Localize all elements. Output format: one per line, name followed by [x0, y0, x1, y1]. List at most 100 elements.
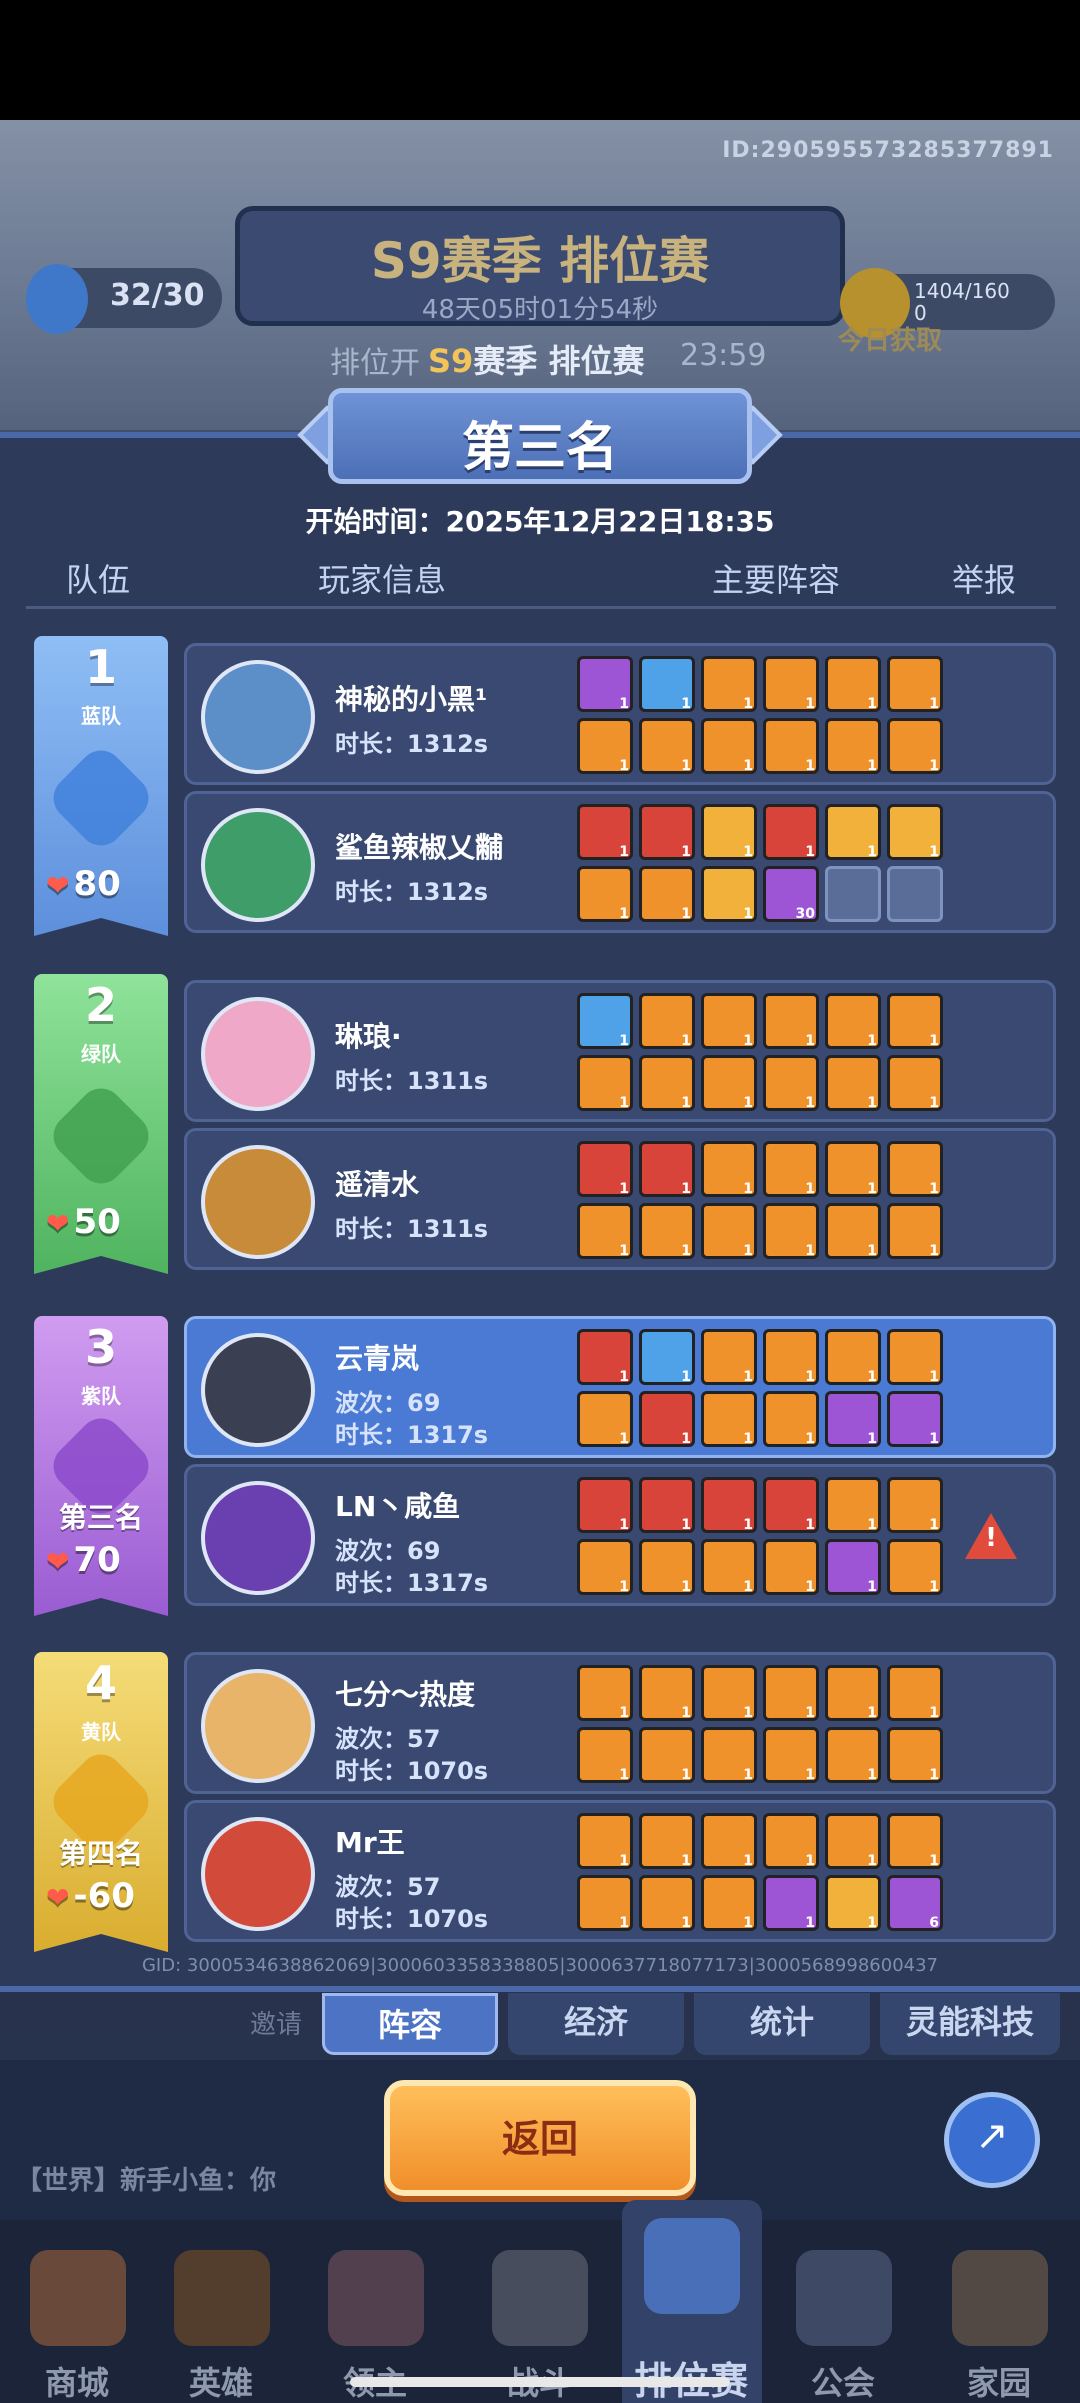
nav-home[interactable]: 家园: [934, 2358, 1064, 2403]
lineup-unit[interactable]: 1: [763, 1391, 819, 1447]
lineup-unit[interactable]: 1: [701, 866, 757, 922]
lineup-unit[interactable]: 1: [763, 1875, 819, 1931]
lineup-unit[interactable]: 1: [763, 1477, 819, 1533]
lineup-unit[interactable]: 1: [639, 1727, 695, 1783]
lineup-unit[interactable]: 1: [825, 1141, 881, 1197]
lineup-unit[interactable]: 1: [701, 993, 757, 1049]
lineup-unit[interactable]: 1: [577, 1203, 633, 1259]
lineup-unit[interactable]: 1: [887, 1665, 943, 1721]
lineup-unit[interactable]: 1: [887, 656, 943, 712]
player-row-self[interactable]: 云青岚 波次：69 时长：1317s 1 1 1 1 1 1 1 1 1 1 1 1: [184, 1316, 1056, 1458]
lineup-unit[interactable]: 1: [577, 718, 633, 774]
lineup-unit[interactable]: 1: [639, 1055, 695, 1111]
tab-psionic-tech[interactable]: 灵能科技: [880, 1993, 1060, 2055]
back-button[interactable]: 返回: [384, 2080, 696, 2196]
lineup-unit[interactable]: 1: [701, 1665, 757, 1721]
avatar[interactable]: [201, 808, 315, 922]
tab-statistics[interactable]: 统计: [694, 1993, 870, 2055]
lineup-unit[interactable]: 1: [763, 1055, 819, 1111]
lineup-unit[interactable]: 1: [825, 1539, 881, 1595]
lineup-unit[interactable]: 1: [825, 1055, 881, 1111]
lineup-unit[interactable]: 1: [639, 1141, 695, 1197]
lineup-unit[interactable]: 1: [763, 1665, 819, 1721]
lineup-unit[interactable]: 1: [577, 1665, 633, 1721]
lineup-unit[interactable]: [825, 866, 881, 922]
lineup-unit[interactable]: 1: [577, 1055, 633, 1111]
lineup-unit[interactable]: 1: [701, 1477, 757, 1533]
lineup-unit[interactable]: 1: [763, 656, 819, 712]
lineup-unit[interactable]: 30: [763, 866, 819, 922]
lineup-unit[interactable]: 1: [825, 1329, 881, 1385]
lineup-unit[interactable]: 1: [825, 1477, 881, 1533]
lineup-unit[interactable]: [887, 866, 943, 922]
lineup-unit[interactable]: 1: [577, 1875, 633, 1931]
lineup-unit[interactable]: 1: [763, 1539, 819, 1595]
lineup-unit[interactable]: 1: [825, 718, 881, 774]
lineup-unit[interactable]: 1: [639, 866, 695, 922]
lineup-unit[interactable]: 1: [639, 1875, 695, 1931]
lineup-unit[interactable]: 1: [887, 804, 943, 860]
lineup-unit[interactable]: 1: [577, 1391, 633, 1447]
lineup-unit[interactable]: 1: [639, 1391, 695, 1447]
lineup-unit[interactable]: 1: [825, 1391, 881, 1447]
lineup-unit[interactable]: 1: [887, 1391, 943, 1447]
avatar[interactable]: [201, 1333, 315, 1447]
lineup-unit[interactable]: 6: [887, 1875, 943, 1931]
player-row[interactable]: 遥清水 时长：1311s 1 1 1 1 1 1 1 1 1 1 1 1: [184, 1128, 1056, 1270]
lineup-unit[interactable]: 1: [825, 1813, 881, 1869]
lineup-unit[interactable]: 1: [577, 1141, 633, 1197]
lineup-unit[interactable]: 1: [701, 1141, 757, 1197]
lineup-unit[interactable]: 1: [639, 656, 695, 712]
lineup-unit[interactable]: 1: [825, 1203, 881, 1259]
player-row[interactable]: 琳琅· 时长：1311s 1 1 1 1 1 1 1 1 1 1 1 1: [184, 980, 1056, 1122]
lineup-unit[interactable]: 1: [639, 1813, 695, 1869]
lineup-unit[interactable]: 1: [701, 656, 757, 712]
lineup-unit[interactable]: 1: [887, 1329, 943, 1385]
lineup-unit[interactable]: 1: [887, 1813, 943, 1869]
lineup-unit[interactable]: 1: [887, 1539, 943, 1595]
lineup-unit[interactable]: 1: [577, 656, 633, 712]
nav-hero[interactable]: 英雄: [156, 2358, 286, 2403]
avatar[interactable]: [201, 1669, 315, 1783]
lineup-unit[interactable]: 1: [887, 993, 943, 1049]
lineup-unit[interactable]: 1: [887, 1141, 943, 1197]
lineup-unit[interactable]: 1: [639, 804, 695, 860]
lineup-unit[interactable]: 1: [701, 1329, 757, 1385]
lineup-unit[interactable]: 1: [887, 718, 943, 774]
lineup-unit[interactable]: 1: [577, 866, 633, 922]
avatar[interactable]: [201, 1481, 315, 1595]
lineup-unit[interactable]: 1: [577, 1329, 633, 1385]
stamina-counter[interactable]: 32/30: [26, 264, 222, 334]
avatar[interactable]: [201, 660, 315, 774]
lineup-unit[interactable]: 1: [825, 993, 881, 1049]
lineup-unit[interactable]: 1: [887, 1727, 943, 1783]
lineup-unit[interactable]: 1: [577, 804, 633, 860]
lineup-unit[interactable]: 1: [763, 1329, 819, 1385]
lineup-unit[interactable]: 1: [763, 1813, 819, 1869]
lineup-unit[interactable]: 1: [577, 993, 633, 1049]
lineup-unit[interactable]: 1: [639, 1329, 695, 1385]
lineup-unit[interactable]: 1: [763, 718, 819, 774]
lineup-unit[interactable]: 1: [577, 1727, 633, 1783]
lineup-unit[interactable]: 1: [701, 1727, 757, 1783]
lineup-unit[interactable]: 1: [763, 993, 819, 1049]
player-row[interactable]: 神秘的小黑¹ 时长：1312s 1 1 1 1 1 1 1 1 1 1 1 1: [184, 643, 1056, 785]
lineup-unit[interactable]: 1: [825, 1665, 881, 1721]
lineup-unit[interactable]: 1: [763, 1141, 819, 1197]
player-row[interactable]: 鲨鱼辣椒乂黼 时长：1312s 1 1 1 1 1 1 1 1 1 30: [184, 791, 1056, 933]
lineup-unit[interactable]: 1: [701, 1203, 757, 1259]
share-button[interactable]: ↗: [944, 2092, 1040, 2188]
lineup-unit[interactable]: 1: [701, 804, 757, 860]
report-warning-icon[interactable]: !: [965, 1513, 1017, 1559]
lineup-unit[interactable]: 1: [577, 1539, 633, 1595]
lineup-unit[interactable]: 1: [701, 718, 757, 774]
lineup-unit[interactable]: 1: [825, 656, 881, 712]
lineup-unit[interactable]: 1: [701, 1875, 757, 1931]
tab-lineup[interactable]: 阵容: [322, 1993, 498, 2055]
lineup-unit[interactable]: 1: [639, 1665, 695, 1721]
world-chat-ticker[interactable]: 【世界】新手小鱼：你: [16, 2160, 276, 2197]
nav-shop[interactable]: 商城: [12, 2358, 142, 2403]
lineup-unit[interactable]: 1: [825, 804, 881, 860]
player-row[interactable]: 七分～热度 波次：57 时长：1070s 1 1 1 1 1 1 1 1 1 1 1 1: [184, 1652, 1056, 1794]
avatar[interactable]: [201, 997, 315, 1111]
